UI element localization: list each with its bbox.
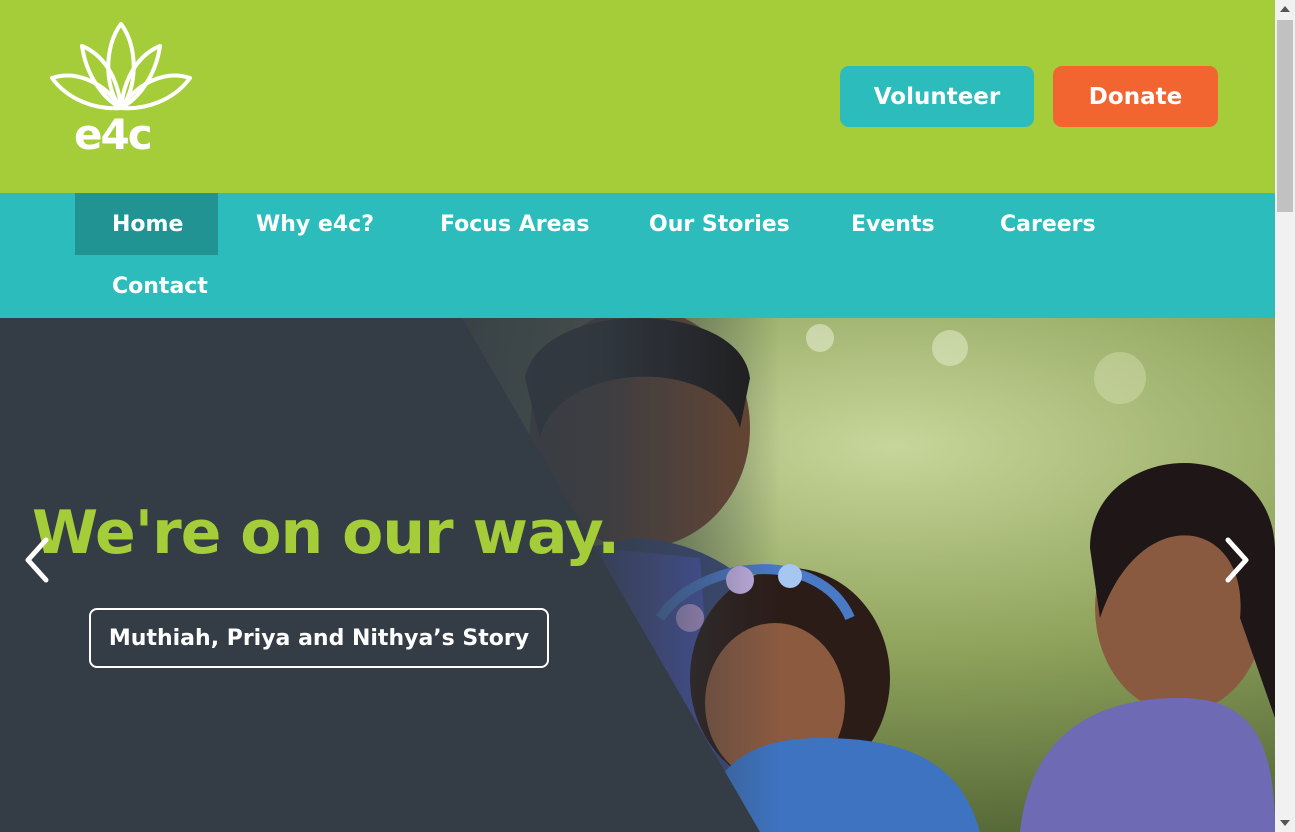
chevron-right-icon[interactable] bbox=[1222, 536, 1252, 584]
scrollbar-thumb[interactable] bbox=[1277, 20, 1293, 212]
nav-item-our-stories[interactable]: Our Stories bbox=[612, 193, 827, 255]
main-nav: Home Why e4c? Focus Areas Our Stories Ev… bbox=[0, 193, 1275, 318]
hero-headline: We're on our way. bbox=[32, 498, 620, 568]
scroll-down-arrow-icon[interactable] bbox=[1275, 814, 1295, 832]
story-button[interactable]: Muthiah, Priya and Nithya’s Story bbox=[89, 608, 549, 668]
donate-button[interactable]: Donate bbox=[1053, 66, 1218, 127]
nav-item-contact[interactable]: Contact bbox=[75, 255, 245, 317]
chevron-left-icon[interactable] bbox=[22, 536, 52, 584]
nav-item-careers[interactable]: Careers bbox=[963, 193, 1133, 255]
nav-item-focus-areas[interactable]: Focus Areas bbox=[403, 193, 626, 255]
e4c-logo[interactable]: e4c bbox=[44, 18, 199, 163]
site-header: e4c Volunteer Donate bbox=[0, 0, 1275, 193]
nav-item-home[interactable]: Home bbox=[75, 193, 218, 255]
hero-carousel: We're on our way. Muthiah, Priya and Nit… bbox=[0, 318, 1275, 832]
scroll-up-arrow-icon[interactable] bbox=[1275, 0, 1295, 18]
logo-wordmark: e4c bbox=[74, 110, 153, 159]
volunteer-button[interactable]: Volunteer bbox=[840, 66, 1034, 127]
nav-item-events[interactable]: Events bbox=[814, 193, 972, 255]
vertical-scrollbar[interactable] bbox=[1275, 0, 1295, 832]
hero-family-photo bbox=[0, 318, 1275, 832]
page: e4c Volunteer Donate Home Why e4c? Focus… bbox=[0, 0, 1275, 832]
lotus-icon bbox=[50, 22, 192, 111]
nav-item-why-e4c[interactable]: Why e4c? bbox=[218, 193, 411, 255]
